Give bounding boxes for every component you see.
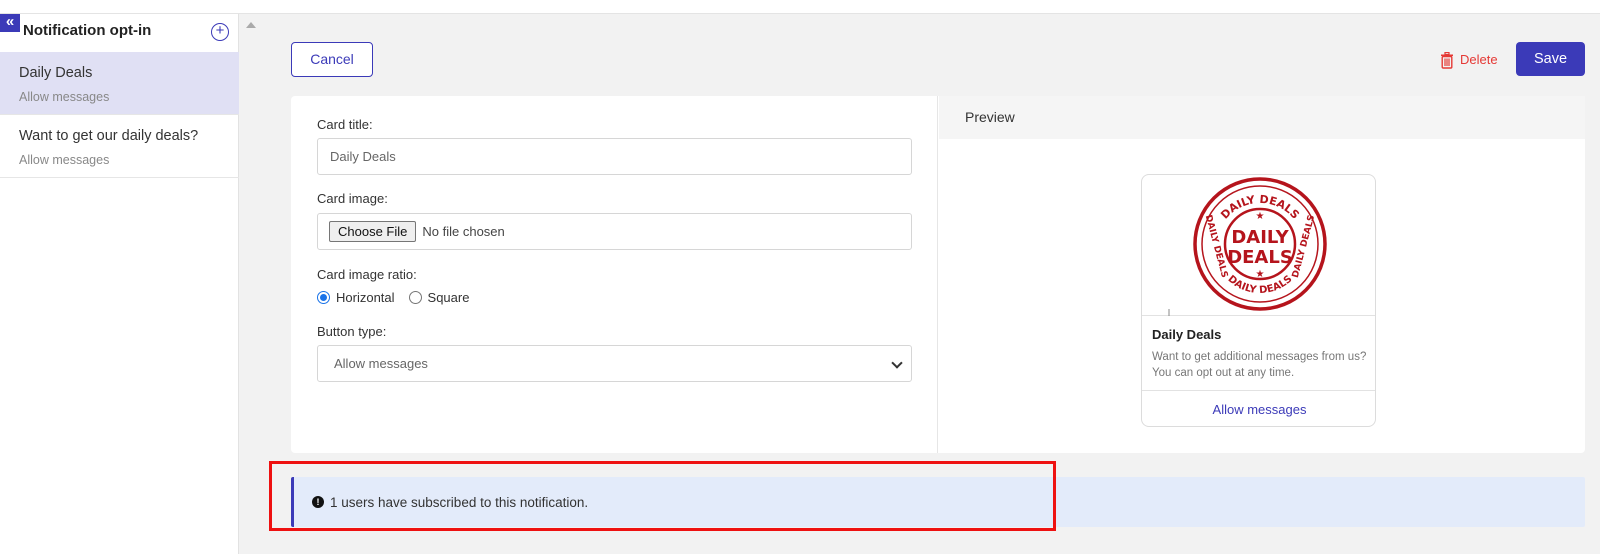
chevron-down-icon (891, 357, 903, 369)
card-title-label: Card title: (317, 117, 373, 132)
scroll-up-arrow-icon[interactable] (246, 22, 256, 28)
no-file-text: No file chosen (422, 224, 505, 239)
preview-card-image: DAILY DEALS DAILY DEALS DAILY DEALS DAIL… (1142, 175, 1375, 316)
preview-panel: Preview DAILY DEALS DAILY DEALS DAILY DE… (939, 96, 1585, 453)
subscribers-message: 1 users have subscribed to this notifica… (330, 494, 589, 510)
sidebar-item-title: Daily Deals (19, 65, 93, 81)
preview-header: Preview (939, 96, 1585, 139)
stamp-star-icon: ★ (1256, 269, 1265, 280)
radio-square-label[interactable]: Square (428, 290, 470, 305)
delete-button[interactable]: Delete (1440, 50, 1498, 70)
card-form: Card title: Daily Deals Card image: Choo… (291, 96, 938, 453)
radio-horizontal-label[interactable]: Horizontal (336, 290, 395, 305)
radio-horizontal[interactable] (317, 291, 330, 304)
collapse-sidebar-icon[interactable]: « (0, 14, 20, 32)
stamp-center-line2: DEALS (1227, 247, 1293, 268)
stamp-center-line1: DAILY (1231, 227, 1289, 248)
radio-square[interactable] (408, 291, 422, 304)
top-bar (0, 0, 1600, 14)
sidebar-item-daily-deals[interactable]: Daily Deals Allow messages (0, 52, 239, 115)
exclamation-circle-icon: ! (312, 496, 324, 508)
card-image-label: Card image: (317, 191, 388, 206)
subscribers-info-banner: ! 1 users have subscribed to this notifi… (291, 477, 1585, 527)
sidebar: « Notification opt-in + Daily Deals Allo… (0, 14, 239, 554)
button-type-value: Allow messages (334, 356, 428, 371)
card-image-ratio-label: Card image ratio: (317, 267, 417, 282)
preview-allow-messages-button[interactable]: Allow messages (1142, 390, 1375, 426)
preview-card: DAILY DEALS DAILY DEALS DAILY DEALS DAIL… (1141, 174, 1376, 427)
button-type-label: Button type: (317, 324, 387, 339)
button-type-select[interactable]: Allow messages (317, 345, 912, 382)
add-notification-icon[interactable]: + (211, 23, 229, 41)
trash-icon (1441, 51, 1453, 69)
editor-card: Card title: Daily Deals Card image: Choo… (291, 96, 1585, 453)
card-title-input[interactable]: Daily Deals (317, 138, 912, 175)
choose-file-button[interactable]: Choose File (329, 221, 417, 242)
save-button[interactable]: Save (1516, 42, 1585, 76)
stamp-star-icon: ★ (1256, 211, 1265, 222)
card-image-file-input: Choose File No file chosen (317, 213, 912, 250)
sidebar-title: Notification opt-in (23, 22, 152, 39)
cancel-button[interactable]: Cancel (291, 42, 373, 77)
sidebar-item-subtitle: Allow messages (19, 153, 110, 167)
preview-card-title: Daily Deals (1152, 327, 1222, 342)
delete-label: Delete (1460, 52, 1498, 67)
sidebar-item-want-daily-deals[interactable]: Want to get our daily deals? Allow messa… (0, 115, 239, 178)
ratio-radio-group: Horizontal Square (317, 290, 483, 305)
preview-card-description: Want to get additional messages from us?… (1152, 351, 1367, 379)
sidebar-item-title: Want to get our daily deals? (19, 128, 199, 144)
daily-deals-stamp-logo: DAILY DEALS DAILY DEALS DAILY DEALS DAIL… (1168, 177, 1327, 316)
sidebar-item-subtitle: Allow messages (19, 90, 110, 104)
